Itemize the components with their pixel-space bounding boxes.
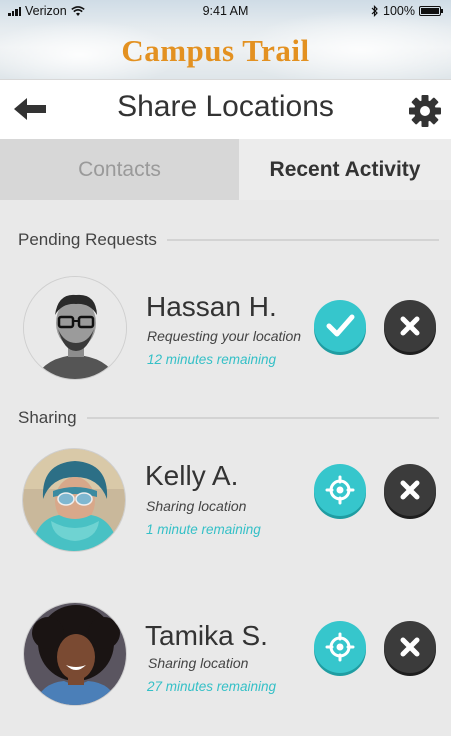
- sharing-status: Sharing location: [146, 498, 247, 514]
- list-item: Kelly A. Sharing location 1 minute remai…: [0, 446, 451, 556]
- avatar[interactable]: [23, 602, 127, 706]
- time-remaining: 27 minutes remaining: [147, 679, 277, 694]
- sharing-status: Sharing location: [148, 655, 249, 671]
- battery-label: 100%: [383, 4, 415, 18]
- tab-recent-activity[interactable]: Recent Activity: [239, 139, 451, 200]
- accept-button[interactable]: [314, 300, 366, 352]
- avatar[interactable]: [23, 276, 127, 380]
- app-banner: Verizon 9:41 AM 100% Campus Trail: [0, 0, 451, 79]
- decline-button[interactable]: [384, 300, 436, 352]
- stop-sharing-button[interactable]: [384, 621, 436, 673]
- locate-button[interactable]: [314, 621, 366, 673]
- bluetooth-icon: [371, 5, 378, 17]
- request-status: Requesting your location: [147, 328, 302, 344]
- list-item: Hassan H. Requesting your location 12 mi…: [0, 274, 451, 384]
- section-label: Pending Requests: [18, 230, 157, 249]
- list-item: Tamika S. Sharing location 27 minutes re…: [0, 602, 451, 712]
- contact-name: Hassan H.: [146, 291, 277, 322]
- close-icon: [400, 637, 420, 657]
- stop-sharing-button[interactable]: [384, 464, 436, 516]
- tab-bar: Contacts Recent Activity: [0, 139, 451, 200]
- time-remaining: 1 minute remaining: [146, 522, 261, 537]
- section-sharing: Sharing: [18, 408, 439, 428]
- divider: [86, 417, 439, 419]
- battery-icon: [419, 6, 443, 16]
- contact-name: Kelly A.: [145, 460, 239, 491]
- divider: [166, 239, 439, 241]
- time-remaining: 12 minutes remaining: [147, 352, 277, 367]
- crosshair-icon: [325, 475, 355, 505]
- page-title: Share Locations: [117, 90, 334, 123]
- avatar[interactable]: [22, 448, 126, 552]
- close-icon: [400, 316, 420, 336]
- tab-contacts[interactable]: Contacts: [0, 139, 239, 200]
- checkmark-icon: [326, 314, 355, 337]
- close-icon: [400, 480, 420, 500]
- locate-button[interactable]: [314, 464, 366, 516]
- contact-name: Tamika S.: [145, 620, 268, 651]
- section-label: Sharing: [18, 408, 77, 427]
- gear-icon: [409, 95, 441, 127]
- section-pending-requests: Pending Requests: [18, 230, 439, 250]
- app-title: Campus Trail: [121, 33, 310, 68]
- settings-button[interactable]: [407, 93, 443, 129]
- status-bar: Verizon 9:41 AM 100%: [0, 0, 451, 22]
- header: Share Locations: [0, 79, 451, 139]
- crosshair-icon: [325, 632, 355, 662]
